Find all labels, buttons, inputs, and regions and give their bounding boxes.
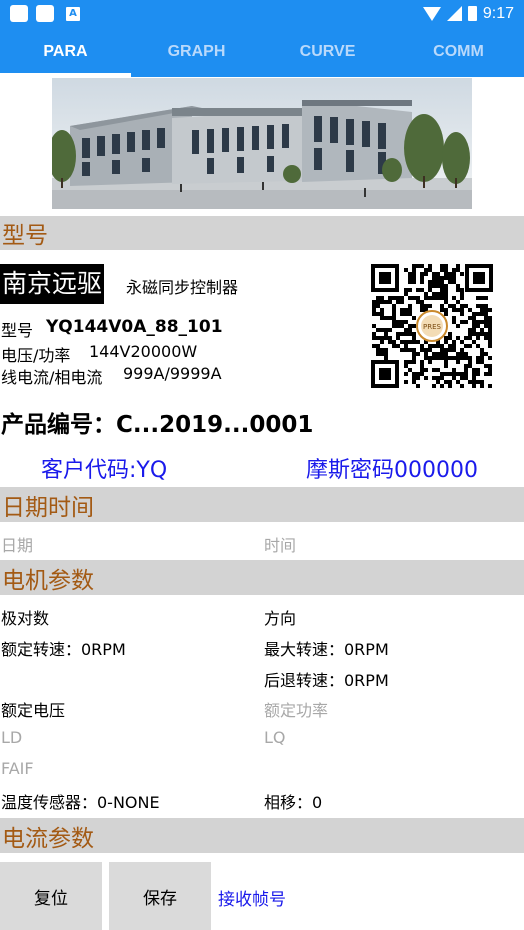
section-current-header: 电流参数 bbox=[0, 818, 524, 853]
voltage-power-label: 电压/功率 bbox=[1, 346, 71, 365]
voltage-power-value: 144V20000W bbox=[89, 342, 198, 361]
reverse-speed-field[interactable]: 后退转速：0RPM bbox=[264, 667, 389, 691]
qr-logo-text: PRES bbox=[423, 323, 442, 331]
section-model-header: 型号 bbox=[0, 216, 524, 250]
faif-field[interactable]: FAIF bbox=[1, 759, 34, 778]
tab-curve[interactable]: CURVE bbox=[262, 27, 393, 77]
rated-power-field[interactable]: 额定功率 bbox=[264, 697, 328, 721]
qr-code: PRES bbox=[371, 264, 493, 388]
company-name: 南京远驱 bbox=[0, 264, 105, 304]
notification-icon bbox=[36, 5, 54, 22]
save-button[interactable]: 保存 bbox=[109, 862, 211, 930]
customer-code: 客户代码:YQ bbox=[41, 458, 168, 483]
lq-field[interactable]: LQ bbox=[264, 728, 286, 747]
line-phase-current-value: 999A/9999A bbox=[123, 364, 222, 383]
model-value: YQ144V0A_88_101 bbox=[46, 317, 223, 337]
rated-speed-field[interactable]: 额定转速：0RPM bbox=[1, 636, 126, 660]
notification-a-icon: A bbox=[66, 7, 80, 21]
model-label: 型号 bbox=[1, 321, 34, 340]
status-bar: A 9:17 bbox=[0, 0, 524, 27]
line-phase-current-label: 线电流/相电流 bbox=[1, 368, 103, 387]
phase-shift-field[interactable]: 相移：0 bbox=[264, 789, 322, 813]
product-number: 产品编号：C...2019...0001 bbox=[1, 412, 314, 438]
tab-comm[interactable]: COMM bbox=[393, 27, 524, 77]
signal-icon bbox=[446, 6, 462, 21]
section-motor-header: 电机参数 bbox=[0, 560, 524, 595]
pole-pairs-field[interactable]: 极对数 bbox=[1, 605, 49, 629]
rated-voltage-field[interactable]: 额定电压 bbox=[1, 697, 65, 721]
time-field[interactable]: 时间 bbox=[264, 532, 296, 556]
receive-frame-link[interactable]: 接收帧号 bbox=[218, 885, 286, 910]
factory-banner-image bbox=[52, 78, 472, 209]
wifi-icon bbox=[422, 6, 441, 21]
section-datetime-header: 日期时间 bbox=[0, 487, 524, 522]
reset-button[interactable]: 复位 bbox=[0, 862, 102, 930]
battery-icon bbox=[467, 6, 477, 21]
product-type: 永磁同步控制器 bbox=[126, 278, 239, 297]
tab-para[interactable]: PARA bbox=[0, 27, 131, 77]
morse-code: 摩斯密码000000 bbox=[306, 458, 478, 483]
temp-sensor-field[interactable]: 温度传感器：0-NONE bbox=[1, 789, 160, 813]
max-speed-field[interactable]: 最大转速：0RPM bbox=[264, 636, 389, 660]
tab-bar: PARA GRAPH CURVE COMM bbox=[0, 27, 524, 77]
notification-icon bbox=[10, 5, 28, 22]
direction-field[interactable]: 方向 bbox=[264, 605, 296, 629]
date-field[interactable]: 日期 bbox=[1, 532, 33, 556]
ld-field[interactable]: LD bbox=[1, 728, 22, 747]
tab-graph[interactable]: GRAPH bbox=[131, 27, 262, 77]
clock: 9:17 bbox=[482, 4, 514, 22]
